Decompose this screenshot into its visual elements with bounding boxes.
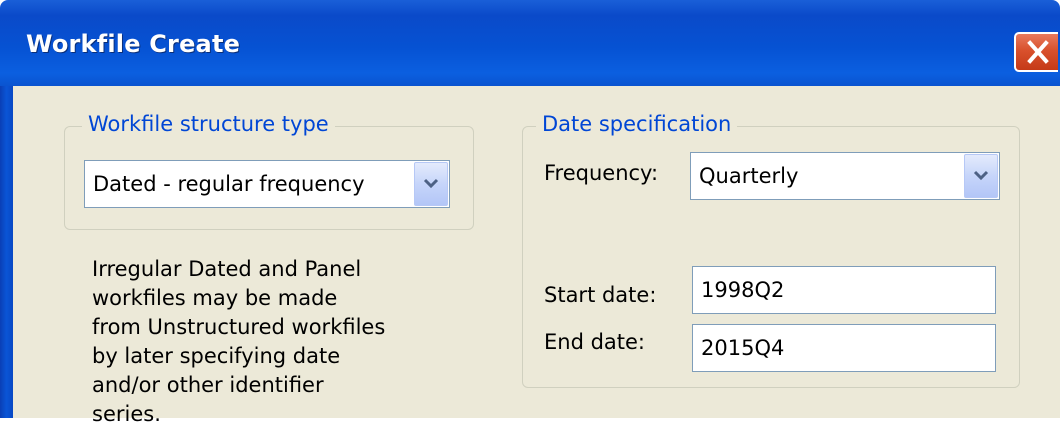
start-date-value: 1998Q2 (701, 278, 785, 302)
frequency-label: Frequency: (544, 161, 659, 185)
title-bar[interactable]: Workfile Create (0, 0, 1060, 86)
structure-type-group-title: Workfile structure type (82, 112, 335, 136)
end-date-label: End date: (544, 330, 646, 354)
window-title: Workfile Create (26, 30, 241, 58)
close-button[interactable] (1014, 32, 1058, 72)
frequency-dropdown-button[interactable] (964, 154, 998, 198)
chevron-down-icon (973, 170, 989, 181)
window-frame-left (0, 86, 13, 418)
end-date-value: 2015Q4 (701, 336, 785, 360)
start-date-label: Start date: (544, 283, 657, 307)
structure-note: Irregular Dated and Panel workfiles may … (92, 257, 386, 426)
end-date-input[interactable]: 2015Q4 (692, 324, 996, 372)
frequency-select[interactable]: Quarterly (690, 152, 1000, 200)
structure-type-select[interactable]: Dated - regular frequency (84, 160, 450, 208)
date-specification-group-title: Date specification (536, 112, 738, 136)
chevron-down-icon (423, 178, 439, 189)
structure-type-dropdown-button[interactable] (414, 162, 448, 206)
frequency-value: Quarterly (699, 164, 799, 188)
close-icon (1027, 40, 1049, 64)
start-date-input[interactable]: 1998Q2 (692, 266, 996, 314)
structure-type-value: Dated - regular frequency (93, 172, 365, 196)
